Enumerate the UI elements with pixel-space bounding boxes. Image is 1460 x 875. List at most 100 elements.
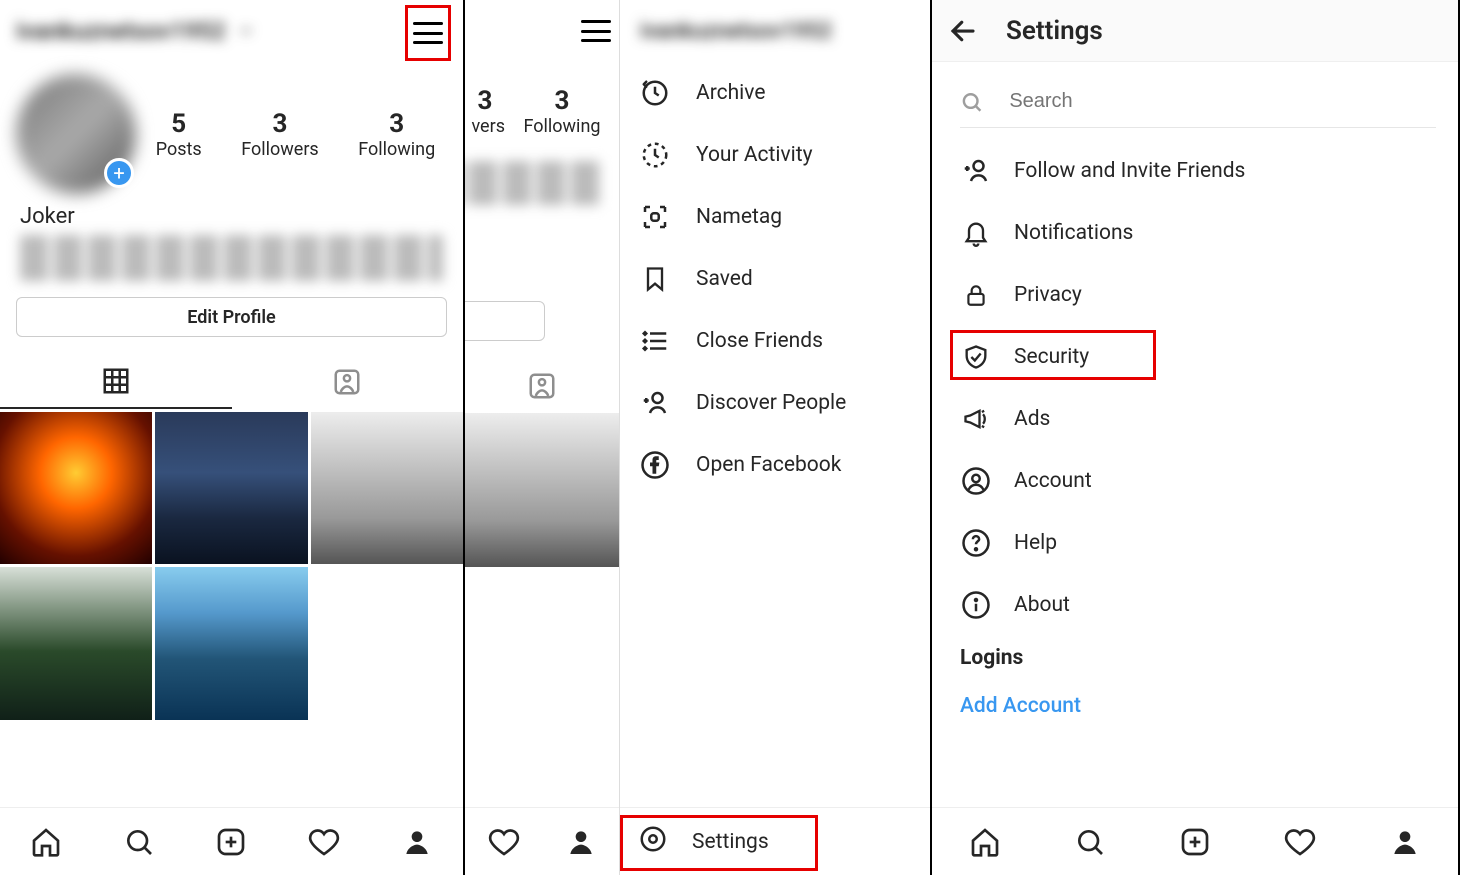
post-thumbnail[interactable] <box>155 567 307 719</box>
panel-settings: Settings Follow and Invite Friends Notif… <box>932 0 1460 875</box>
settings-item-label: About <box>1014 593 1070 617</box>
menu-item-close-friends[interactable]: Close Friends <box>620 310 930 372</box>
back-arrow-icon[interactable] <box>948 16 978 46</box>
settings-item-help[interactable]: Help <box>960 512 1436 574</box>
panel-menu-behind: 3 vers 3 Following <box>465 0 619 875</box>
post-thumbnail[interactable] <box>465 413 619 567</box>
search-icon[interactable] <box>123 826 155 858</box>
search-icon[interactable] <box>1074 826 1106 858</box>
follow-invite-icon <box>961 156 991 186</box>
menu-item-activity[interactable]: Your Activity <box>620 124 930 186</box>
settings-header: Settings <box>932 0 1458 62</box>
activity-heart-icon[interactable] <box>1284 826 1316 858</box>
post-thumbnail[interactable] <box>311 412 463 564</box>
username-label: ivankuznetsov1952 <box>16 17 226 45</box>
settings-item-about[interactable]: About <box>960 574 1436 636</box>
profile-icon[interactable] <box>401 826 433 858</box>
menu-item-label: Saved <box>696 267 753 291</box>
search-icon <box>960 89 983 115</box>
stat-following[interactable]: 3 Following <box>358 109 435 160</box>
activity-heart-icon[interactable] <box>308 826 340 858</box>
tagged-icon <box>332 367 362 397</box>
tab-grid[interactable] <box>0 355 232 409</box>
profile-icon[interactable] <box>1389 826 1421 858</box>
nametag-icon <box>640 202 670 232</box>
menu-item-label: Archive <box>696 81 765 105</box>
hamburger-menu-icon[interactable] <box>581 20 611 42</box>
post-thumbnail[interactable] <box>0 412 152 564</box>
home-icon[interactable] <box>30 826 62 858</box>
hamburger-menu: ivankuznetsov1952 Archive Your Activity … <box>619 0 930 875</box>
settings-item-label: Privacy <box>1014 283 1082 307</box>
edit-profile-button[interactable]: Edit Profile <box>16 297 447 337</box>
logins-header: Logins <box>960 646 1436 670</box>
post-thumbnail[interactable] <box>0 567 152 719</box>
discover-icon <box>640 388 670 418</box>
menu-item-label: Nametag <box>696 205 782 229</box>
activity-heart-icon[interactable] <box>488 826 520 858</box>
home-icon[interactable] <box>969 826 1001 858</box>
tagged-icon <box>527 371 557 401</box>
new-post-icon[interactable] <box>215 826 247 858</box>
tab-tagged[interactable] <box>465 359 619 413</box>
post-empty <box>311 567 463 719</box>
post-grid <box>0 409 463 720</box>
bio-text <box>20 235 443 281</box>
stat-posts[interactable]: 5 Posts <box>156 109 202 160</box>
security-highlight-box <box>950 330 1156 380</box>
close-friends-icon <box>640 326 670 356</box>
display-name: Joker <box>0 194 463 229</box>
bell-icon <box>962 218 990 248</box>
settings-item-label: Ads <box>1014 407 1050 431</box>
bottom-nav <box>932 807 1458 875</box>
settings-item-security[interactable]: Security <box>960 326 1436 388</box>
hamburger-menu-icon[interactable] <box>413 22 443 44</box>
menu-item-label: Open Facebook <box>696 453 841 477</box>
account-icon <box>961 466 991 496</box>
menu-item-nametag[interactable]: Nametag <box>620 186 930 248</box>
menu-item-discover[interactable]: Discover People <box>620 372 930 434</box>
new-post-icon[interactable] <box>1179 826 1211 858</box>
menu-item-archive[interactable]: Archive <box>620 62 930 124</box>
add-account-link[interactable]: Add Account <box>960 694 1436 718</box>
help-icon <box>961 528 991 558</box>
chevron-down-icon <box>238 23 254 39</box>
settings-item-notifications[interactable]: Notifications <box>960 202 1436 264</box>
settings-search[interactable] <box>960 76 1436 128</box>
menu-item-label: Discover People <box>696 391 846 415</box>
edit-profile-button-partial[interactable] <box>465 301 545 341</box>
settings-item-label: Help <box>1014 531 1057 555</box>
settings-item-label: Follow and Invite Friends <box>1014 159 1245 183</box>
panel-profile: ivankuznetsov1952 + 5 Posts 3 Followers <box>0 0 465 875</box>
menu-item-facebook[interactable]: Open Facebook <box>620 434 930 496</box>
menu-item-saved[interactable]: Saved <box>620 248 930 310</box>
search-input[interactable] <box>1009 90 1436 113</box>
menu-item-label: Your Activity <box>696 143 813 167</box>
username-dropdown[interactable]: ivankuznetsov1952 <box>16 17 254 45</box>
menu-username: ivankuznetsov1952 <box>620 0 930 62</box>
menu-item-label: Settings <box>692 830 769 854</box>
activity-icon <box>640 140 670 170</box>
settings-item-follow-invite[interactable]: Follow and Invite Friends <box>960 140 1436 202</box>
hamburger-highlight <box>405 5 451 61</box>
grid-icon <box>101 366 131 396</box>
settings-gear-icon <box>638 824 668 854</box>
menu-item-label: Close Friends <box>696 329 823 353</box>
settings-item-privacy[interactable]: Privacy <box>960 264 1436 326</box>
settings-item-ads[interactable]: Ads <box>960 388 1436 450</box>
stat-followers[interactable]: 3 Followers <box>241 109 319 160</box>
post-thumbnail[interactable] <box>155 412 307 564</box>
profile-tabs <box>0 355 463 409</box>
settings-item-label: Account <box>1014 469 1092 493</box>
archive-icon <box>640 78 670 108</box>
lock-icon <box>963 280 989 310</box>
profile-icon[interactable] <box>565 826 597 858</box>
tab-tagged[interactable] <box>232 355 464 409</box>
info-icon <box>961 590 991 620</box>
settings-item-account[interactable]: Account <box>960 450 1436 512</box>
menu-item-settings[interactable]: Settings <box>620 807 930 875</box>
saved-icon <box>641 264 669 294</box>
avatar-wrap[interactable]: + <box>16 74 136 194</box>
settings-item-label: Notifications <box>1014 221 1133 245</box>
add-story-badge[interactable]: + <box>104 158 134 188</box>
